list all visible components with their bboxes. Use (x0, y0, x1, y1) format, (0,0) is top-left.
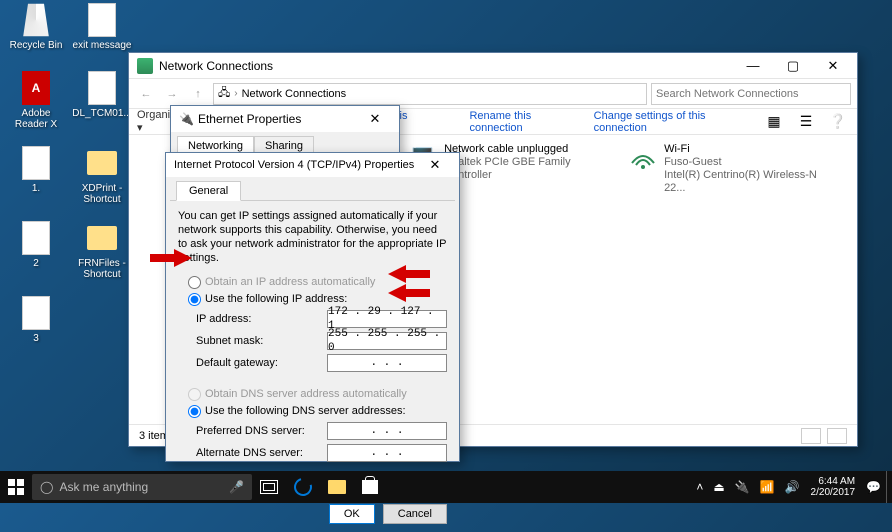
radio-auto-ip[interactable]: Obtain an IP address automatically (188, 275, 447, 289)
task-view-icon (260, 480, 278, 494)
view-mode-1-icon[interactable] (801, 428, 821, 444)
ip-address-input[interactable]: 172 . 29 . 127 . 1 (327, 310, 447, 328)
tab-general[interactable]: General (176, 181, 241, 201)
default-gateway-input[interactable]: . . . (327, 354, 447, 372)
tray-volume-icon[interactable]: 🔊 (780, 471, 805, 503)
show-desktop-button[interactable] (886, 471, 892, 503)
search-input[interactable] (651, 83, 851, 105)
store-icon (362, 480, 378, 494)
task-view-button[interactable] (252, 471, 286, 503)
view-mode-2-icon[interactable] (827, 428, 847, 444)
desktop-icon-label: 3 (33, 333, 39, 344)
ok-button[interactable]: OK (329, 504, 375, 524)
taskbar-app-explorer[interactable] (320, 471, 354, 503)
desktop-icon-1[interactable]: 1. (6, 145, 66, 194)
cancel-button[interactable]: Cancel (383, 504, 447, 524)
change-settings-link[interactable]: Change settings of this connection (594, 110, 745, 134)
taskbar: ◯ Ask me anything 🎤 ˄ ⏏ 🔌 📶 🔊 6:44 AM 2/20… (0, 471, 892, 503)
close-button[interactable]: ✕ (813, 54, 853, 78)
desktop-icon-label: exit message (73, 40, 132, 51)
network-icon: 🖧 (218, 84, 230, 103)
connection-name: Network cable unplugged (444, 143, 597, 156)
radio-use-ip[interactable]: Use the following IP address: (188, 292, 447, 306)
desktop-icon-label: 1. (32, 183, 40, 194)
desktop-icon-label: XDPrint - Shortcut (72, 183, 132, 205)
wifi-icon (627, 143, 658, 173)
tray-safely-remove-icon[interactable]: ⏏ (708, 471, 729, 503)
close-button[interactable]: ✕ (415, 153, 455, 177)
microphone-icon[interactable]: 🎤 (229, 480, 244, 494)
desktop-icon-3[interactable]: 3 (6, 295, 66, 344)
title-bar[interactable]: Internet Protocol Version 4 (TCP/IPv4) P… (166, 153, 459, 177)
hint-text: You can get IP settings assigned automat… (178, 209, 447, 265)
desktop-icon-label: Adobe Reader X (6, 108, 66, 130)
desktop-icon-2[interactable]: 2 (6, 220, 66, 269)
maximize-button[interactable]: ▢ (773, 54, 813, 78)
title-bar[interactable]: 🔌 Ethernet Properties ✕ (171, 106, 399, 132)
taskbar-clock[interactable]: 6:44 AM 2/20/2017 (805, 476, 862, 498)
cortana-search[interactable]: ◯ Ask me anything 🎤 (32, 474, 252, 500)
view-grid-icon[interactable]: ▦ (763, 111, 785, 133)
desktop-icon-xdprint-shortcut[interactable]: XDPrint - Shortcut (72, 145, 132, 205)
connection-wifi[interactable]: Wi-Fi Fuso-Guest Intel(R) Centrino(R) Wi… (627, 143, 817, 195)
radio-use-dns[interactable]: Use the following DNS server addresses: (188, 404, 447, 418)
desktop-icon-label: DL_TCM01... (72, 108, 131, 119)
chevron-right-icon: › (234, 88, 237, 99)
desktop-icon-label: 2 (33, 258, 39, 269)
view-list-icon[interactable]: ☰ (795, 111, 817, 133)
desktop-icon-dl-tcm01[interactable]: DL_TCM01... (72, 70, 132, 119)
window-title: Network Connections (159, 59, 733, 73)
desktop-icon-label: Recycle Bin (10, 40, 63, 51)
connection-device: Realtek PCIe GBE Family Controller (444, 156, 597, 182)
desktop-icon-exit-message[interactable]: exit message (72, 2, 132, 51)
preferred-dns-input[interactable]: . . . (327, 422, 447, 440)
preferred-dns-label: Preferred DNS server: (196, 424, 327, 438)
edge-icon (291, 475, 316, 500)
radio-auto-dns[interactable]: Obtain DNS server address automatically (188, 387, 447, 401)
forward-button[interactable]: → (161, 83, 183, 105)
help-icon[interactable]: ❔ (827, 111, 849, 133)
alternate-dns-label: Alternate DNS server: (196, 446, 327, 460)
connection-status: Fuso-Guest (664, 156, 817, 169)
alternate-dns-input[interactable]: . . . (327, 444, 447, 462)
window-title: Ethernet Properties (198, 112, 355, 126)
connection-name: Wi-Fi (664, 143, 817, 156)
tcpip-properties-window: Internet Protocol Version 4 (TCP/IPv4) P… (165, 152, 460, 462)
title-bar[interactable]: Network Connections — ▢ ✕ (129, 53, 857, 79)
desktop-icon-recycle-bin[interactable]: Recycle Bin (6, 2, 66, 51)
clock-date: 2/20/2017 (811, 487, 856, 498)
taskbar-app-edge[interactable] (286, 471, 320, 503)
subnet-mask-input[interactable]: 255 . 255 . 255 . 0 (327, 332, 447, 350)
address-bar[interactable]: 🖧 › Network Connections (213, 83, 647, 105)
tray-power-icon[interactable]: 🔌 (730, 471, 755, 503)
subnet-mask-label: Subnet mask: (196, 334, 327, 348)
desktop-icon-adobe-reader[interactable]: AAdobe Reader X (6, 70, 66, 130)
action-center-icon[interactable]: 💬 (861, 471, 886, 503)
start-button[interactable] (0, 471, 32, 503)
tray-overflow-icon[interactable]: ˄ (691, 471, 708, 503)
desktop-icon-frnfiles-shortcut[interactable]: FRNFiles - Shortcut (72, 220, 132, 280)
close-button[interactable]: ✕ (355, 107, 395, 131)
window-title: Internet Protocol Version 4 (TCP/IPv4) P… (174, 159, 415, 171)
minimize-button[interactable]: — (733, 54, 773, 78)
tray-network-icon[interactable]: 📶 (755, 471, 780, 503)
back-button[interactable]: ← (135, 83, 157, 105)
default-gateway-label: Default gateway: (196, 356, 327, 370)
breadcrumb-item[interactable]: Network Connections (242, 88, 347, 100)
cortana-icon: ◯ (40, 480, 53, 494)
clock-time: 6:44 AM (811, 476, 856, 487)
network-connections-icon (137, 58, 153, 74)
connection-device: Intel(R) Centrino(R) Wireless-N 22... (664, 169, 817, 195)
desktop-icon-label: FRNFiles - Shortcut (72, 258, 132, 280)
ethernet-icon: 🔌 (179, 112, 194, 126)
search-placeholder: Ask me anything (59, 480, 148, 494)
up-button[interactable]: ↑ (187, 83, 209, 105)
ip-address-label: IP address: (196, 312, 327, 326)
rename-link[interactable]: Rename this connection (469, 110, 575, 134)
folder-icon (328, 480, 346, 494)
taskbar-app-store[interactable] (354, 471, 386, 503)
